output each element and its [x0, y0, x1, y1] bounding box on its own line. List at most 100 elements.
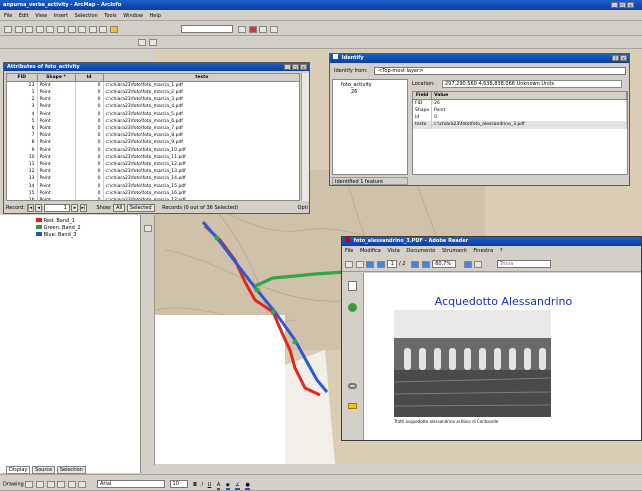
- reader-menu-strumenti[interactable]: Strumenti: [442, 248, 467, 254]
- table-row[interactable]: 3 Point 0 c:\chiara23\foto\foto_marcia_4.pd…: [7, 103, 299, 111]
- menu-window[interactable]: Window: [123, 13, 143, 19]
- table-row[interactable]: 11 Point 0 c:\chiara23\foto\foto_marcia_12.…: [7, 160, 299, 169]
- column-header-field[interactable]: Field: [413, 92, 433, 100]
- menu-edit[interactable]: Edit: [19, 13, 29, 19]
- open-icon[interactable]: [14, 25, 23, 33]
- page-current-input[interactable]: 1: [387, 260, 398, 268]
- save-icon[interactable]: [25, 25, 34, 33]
- print-icon[interactable]: [35, 25, 44, 33]
- reader-menu-documento[interactable]: Documento: [406, 248, 435, 254]
- tab-selection[interactable]: Selection: [56, 466, 86, 474]
- menu-view[interactable]: View: [35, 13, 47, 19]
- italic-button[interactable]: I: [202, 482, 203, 488]
- identify-row[interactable]: FID 26: [413, 99, 627, 107]
- python-icon[interactable]: [259, 25, 268, 33]
- table-row[interactable]: 23 Point 0 c:\chiara23\foto\foto_marcia_1.p…: [7, 81, 299, 89]
- arctoolbox-icon[interactable]: [248, 25, 257, 33]
- scale-dropdown[interactable]: [180, 25, 233, 33]
- attributes-close-button[interactable]: ×: [300, 64, 307, 70]
- pages-icon[interactable]: [348, 281, 357, 291]
- link-icon[interactable]: [348, 383, 357, 389]
- tab-source[interactable]: Source: [32, 466, 56, 474]
- text-icon[interactable]: [67, 480, 76, 488]
- help-icon[interactable]: [269, 25, 278, 33]
- table-row[interactable]: 10 Point 0 c:\chiara23\foto\foto_marcia_11.…: [7, 153, 299, 161]
- email-icon[interactable]: [355, 260, 364, 268]
- options-button[interactable]: Opti: [298, 203, 308, 213]
- zoom-in-icon[interactable]: [421, 260, 430, 268]
- column-header-shape[interactable]: Shape *: [37, 74, 76, 82]
- record-input[interactable]: 1: [43, 204, 70, 212]
- font-dropdown[interactable]: Arial: [96, 480, 165, 488]
- table-row[interactable]: 1 Point 0 c:\chiara23\foto\foto_marcia_2.pd…: [7, 89, 299, 97]
- marker-color-icon[interactable]: ●: [245, 481, 250, 490]
- table-row[interactable]: 13 Point 0 c:\chiara23\foto\foto_marcia_14.…: [7, 175, 299, 183]
- tab-display[interactable]: Display: [6, 466, 31, 474]
- line-color-icon[interactable]: ∠: [235, 481, 240, 490]
- delete-icon[interactable]: [78, 25, 87, 33]
- zoom-in-icon[interactable]: [138, 39, 146, 46]
- column-header-value[interactable]: Value: [431, 92, 627, 100]
- tree-child[interactable]: 26: [351, 89, 357, 95]
- bold-button[interactable]: B: [193, 482, 197, 488]
- zoom-out-icon[interactable]: [148, 39, 157, 46]
- attributes-scrollbar[interactable]: [301, 73, 309, 201]
- page-up-icon[interactable]: [366, 260, 375, 268]
- zoom-dropdown[interactable]: 60,7%: [432, 260, 457, 268]
- close-button[interactable]: ×: [627, 2, 634, 8]
- font-color-icon[interactable]: A: [216, 481, 221, 490]
- zoom-to-selection-icon[interactable]: [46, 480, 55, 488]
- first-record-button[interactable]: |◂: [26, 204, 34, 212]
- fit-width-icon[interactable]: [474, 260, 483, 268]
- last-record-button[interactable]: ▸|: [79, 204, 87, 212]
- reader-menu-vista[interactable]: Vista: [387, 248, 399, 254]
- reader-menu-file[interactable]: File: [345, 248, 353, 254]
- table-row[interactable]: 4 Point 0 c:\chiara23\foto\foto_marcia_5.pd…: [7, 110, 299, 118]
- maximize-button[interactable]: □: [619, 2, 626, 8]
- comment-icon[interactable]: [348, 403, 357, 409]
- print-icon[interactable]: [345, 260, 353, 268]
- attributes-maximize-button[interactable]: □: [292, 64, 299, 70]
- attributes-minimize-button[interactable]: _: [284, 64, 291, 70]
- zoom-out-icon[interactable]: [411, 260, 420, 268]
- menu-selection[interactable]: Selection: [75, 13, 98, 19]
- fill-color-icon[interactable]: ◆: [225, 481, 230, 490]
- undo-icon[interactable]: [88, 25, 97, 33]
- minimize-button[interactable]: _: [611, 2, 618, 8]
- tree-root[interactable]: foto_activity: [341, 82, 372, 88]
- paste-icon[interactable]: [67, 25, 76, 33]
- redo-icon[interactable]: [99, 25, 108, 33]
- table-row[interactable]: 15 Point 0 c:\chiara23\foto\foto_marcia_16.…: [7, 189, 299, 197]
- prev-record-button[interactable]: ◂: [35, 204, 43, 212]
- font-size-dropdown[interactable]: 10: [169, 480, 188, 488]
- table-row[interactable]: 8 Point 0 c:\chiara23\foto\foto_marcia_9.pd…: [7, 139, 299, 147]
- identify-help-button[interactable]: ?: [612, 55, 619, 61]
- table-row[interactable]: 9 Point 0 c:\chiara23\foto\foto_marcia_10.p…: [7, 146, 299, 154]
- identify-close-button[interactable]: ×: [620, 55, 627, 61]
- identify-row[interactable]: Id 0: [413, 114, 627, 122]
- new-icon[interactable]: [4, 25, 12, 33]
- table-row[interactable]: 6 Point 0 c:\chiara23\foto\foto_marcia_7.pd…: [7, 124, 299, 133]
- editor-icon[interactable]: [238, 25, 247, 33]
- add-data-icon[interactable]: [109, 25, 118, 33]
- table-row[interactable]: 5 Point 0 c:\chiara23\foto\foto_marcia_6.pd…: [7, 117, 299, 125]
- menu-tools[interactable]: Tools: [104, 13, 116, 19]
- table-row[interactable]: 12 Point 0 c:\chiara23\foto\foto_marcia_13.…: [7, 168, 299, 176]
- table-row[interactable]: 2 Point 0 c:\chiara23\foto\foto_marcia_3.pd…: [7, 96, 299, 104]
- rectangle-icon[interactable]: [57, 480, 66, 488]
- column-header-fid[interactable]: FID: [7, 74, 38, 82]
- search-input[interactable]: Trova: [497, 260, 551, 268]
- column-header-id[interactable]: Id: [75, 74, 104, 82]
- show-all-button[interactable]: All: [113, 204, 126, 212]
- copy-icon[interactable]: [56, 25, 65, 33]
- pencil-icon[interactable]: [144, 225, 152, 232]
- drawing-menu[interactable]: Drawing: [3, 482, 24, 488]
- table-row[interactable]: 7 Point 0 c:\chiara23\foto\foto_marcia_8.pd…: [7, 132, 299, 140]
- identify-row[interactable]: testo c:\chiara23\foto\foto_alessandrino_…: [413, 121, 627, 129]
- table-row[interactable]: 16 Point 0 c:\chiara23\foto\foto_marcia_17.…: [7, 196, 299, 200]
- menu-insert[interactable]: Insert: [54, 13, 68, 19]
- show-selected-button[interactable]: Selected: [126, 204, 155, 212]
- line-icon[interactable]: [78, 480, 87, 488]
- menu-help[interactable]: Help: [150, 13, 161, 19]
- next-record-button[interactable]: ▸: [71, 204, 79, 212]
